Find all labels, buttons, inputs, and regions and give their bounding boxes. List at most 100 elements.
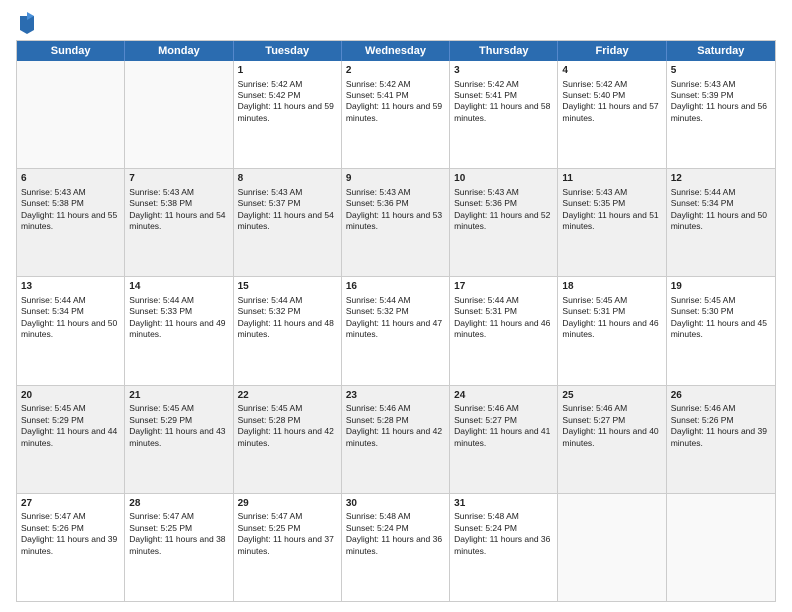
day-info: Sunset: 5:29 PM	[21, 415, 120, 426]
day-info: Sunset: 5:33 PM	[129, 306, 228, 317]
day-info: Sunrise: 5:43 AM	[562, 187, 661, 198]
day-info: Sunset: 5:25 PM	[238, 523, 337, 534]
day-info: Sunrise: 5:42 AM	[454, 79, 553, 90]
calendar-row: 6Sunrise: 5:43 AMSunset: 5:38 PMDaylight…	[17, 169, 775, 277]
day-info: Sunset: 5:42 PM	[238, 90, 337, 101]
day-info: Sunset: 5:25 PM	[129, 523, 228, 534]
day-number: 28	[129, 497, 228, 511]
day-info: Sunrise: 5:44 AM	[238, 295, 337, 306]
day-info: Sunrise: 5:46 AM	[454, 403, 553, 414]
calendar-header-day: Thursday	[450, 41, 558, 61]
day-info: Sunset: 5:35 PM	[562, 198, 661, 209]
day-info: Daylight: 11 hours and 37 minutes.	[238, 534, 337, 557]
calendar-cell: 1Sunrise: 5:42 AMSunset: 5:42 PMDaylight…	[234, 61, 342, 168]
day-number: 6	[21, 172, 120, 186]
day-info: Daylight: 11 hours and 44 minutes.	[21, 426, 120, 449]
calendar-cell: 13Sunrise: 5:44 AMSunset: 5:34 PMDayligh…	[17, 277, 125, 384]
day-info: Sunset: 5:39 PM	[671, 90, 771, 101]
calendar: SundayMondayTuesdayWednesdayThursdayFrid…	[16, 40, 776, 602]
day-info: Daylight: 11 hours and 36 minutes.	[454, 534, 553, 557]
day-number: 24	[454, 389, 553, 403]
day-info: Daylight: 11 hours and 42 minutes.	[238, 426, 337, 449]
calendar-header-day: Saturday	[667, 41, 775, 61]
day-info: Sunset: 5:32 PM	[238, 306, 337, 317]
calendar-header-day: Friday	[558, 41, 666, 61]
calendar-cell	[17, 61, 125, 168]
logo	[16, 14, 36, 34]
calendar-cell: 18Sunrise: 5:45 AMSunset: 5:31 PMDayligh…	[558, 277, 666, 384]
day-info: Daylight: 11 hours and 57 minutes.	[562, 101, 661, 124]
calendar-cell	[667, 494, 775, 601]
day-info: Daylight: 11 hours and 45 minutes.	[671, 318, 771, 341]
calendar-row: 13Sunrise: 5:44 AMSunset: 5:34 PMDayligh…	[17, 277, 775, 385]
day-number: 27	[21, 497, 120, 511]
day-info: Daylight: 11 hours and 51 minutes.	[562, 210, 661, 233]
day-info: Sunrise: 5:42 AM	[238, 79, 337, 90]
day-number: 11	[562, 172, 661, 186]
day-info: Sunset: 5:36 PM	[346, 198, 445, 209]
day-number: 9	[346, 172, 445, 186]
day-info: Sunset: 5:32 PM	[346, 306, 445, 317]
day-info: Daylight: 11 hours and 50 minutes.	[671, 210, 771, 233]
day-info: Sunset: 5:24 PM	[454, 523, 553, 534]
day-info: Daylight: 11 hours and 38 minutes.	[129, 534, 228, 557]
day-number: 8	[238, 172, 337, 186]
day-number: 3	[454, 64, 553, 78]
day-info: Sunset: 5:37 PM	[238, 198, 337, 209]
calendar-cell	[558, 494, 666, 601]
day-number: 29	[238, 497, 337, 511]
day-number: 10	[454, 172, 553, 186]
calendar-cell: 7Sunrise: 5:43 AMSunset: 5:38 PMDaylight…	[125, 169, 233, 276]
day-info: Daylight: 11 hours and 52 minutes.	[454, 210, 553, 233]
day-info: Daylight: 11 hours and 58 minutes.	[454, 101, 553, 124]
day-info: Sunset: 5:27 PM	[454, 415, 553, 426]
day-number: 19	[671, 280, 771, 294]
day-info: Daylight: 11 hours and 54 minutes.	[129, 210, 228, 233]
day-number: 21	[129, 389, 228, 403]
day-number: 12	[671, 172, 771, 186]
calendar-cell: 14Sunrise: 5:44 AMSunset: 5:33 PMDayligh…	[125, 277, 233, 384]
day-number: 18	[562, 280, 661, 294]
day-info: Sunrise: 5:44 AM	[346, 295, 445, 306]
day-info: Sunrise: 5:47 AM	[129, 511, 228, 522]
day-info: Daylight: 11 hours and 41 minutes.	[454, 426, 553, 449]
calendar-cell: 12Sunrise: 5:44 AMSunset: 5:34 PMDayligh…	[667, 169, 775, 276]
day-number: 14	[129, 280, 228, 294]
day-info: Daylight: 11 hours and 36 minutes.	[346, 534, 445, 557]
day-info: Sunset: 5:31 PM	[562, 306, 661, 317]
day-info: Sunrise: 5:45 AM	[238, 403, 337, 414]
day-info: Daylight: 11 hours and 43 minutes.	[129, 426, 228, 449]
logo-icon	[18, 12, 36, 34]
day-info: Sunrise: 5:43 AM	[346, 187, 445, 198]
calendar-header-day: Monday	[125, 41, 233, 61]
day-info: Daylight: 11 hours and 46 minutes.	[562, 318, 661, 341]
day-info: Sunset: 5:28 PM	[346, 415, 445, 426]
day-info: Daylight: 11 hours and 59 minutes.	[238, 101, 337, 124]
header	[16, 10, 776, 34]
calendar-cell: 15Sunrise: 5:44 AMSunset: 5:32 PMDayligh…	[234, 277, 342, 384]
calendar-cell: 22Sunrise: 5:45 AMSunset: 5:28 PMDayligh…	[234, 386, 342, 493]
day-info: Daylight: 11 hours and 48 minutes.	[238, 318, 337, 341]
day-info: Sunrise: 5:43 AM	[21, 187, 120, 198]
calendar-cell: 16Sunrise: 5:44 AMSunset: 5:32 PMDayligh…	[342, 277, 450, 384]
day-number: 2	[346, 64, 445, 78]
day-info: Sunrise: 5:47 AM	[21, 511, 120, 522]
day-number: 1	[238, 64, 337, 78]
day-number: 25	[562, 389, 661, 403]
day-info: Daylight: 11 hours and 39 minutes.	[671, 426, 771, 449]
calendar-cell: 29Sunrise: 5:47 AMSunset: 5:25 PMDayligh…	[234, 494, 342, 601]
day-number: 26	[671, 389, 771, 403]
day-number: 20	[21, 389, 120, 403]
day-info: Sunrise: 5:45 AM	[671, 295, 771, 306]
day-info: Sunset: 5:28 PM	[238, 415, 337, 426]
day-info: Sunset: 5:36 PM	[454, 198, 553, 209]
day-info: Sunrise: 5:44 AM	[454, 295, 553, 306]
day-info: Daylight: 11 hours and 49 minutes.	[129, 318, 228, 341]
day-info: Daylight: 11 hours and 46 minutes.	[454, 318, 553, 341]
day-info: Sunset: 5:38 PM	[21, 198, 120, 209]
day-info: Sunset: 5:30 PM	[671, 306, 771, 317]
calendar-cell: 26Sunrise: 5:46 AMSunset: 5:26 PMDayligh…	[667, 386, 775, 493]
day-number: 13	[21, 280, 120, 294]
day-info: Sunset: 5:41 PM	[346, 90, 445, 101]
calendar-cell: 21Sunrise: 5:45 AMSunset: 5:29 PMDayligh…	[125, 386, 233, 493]
